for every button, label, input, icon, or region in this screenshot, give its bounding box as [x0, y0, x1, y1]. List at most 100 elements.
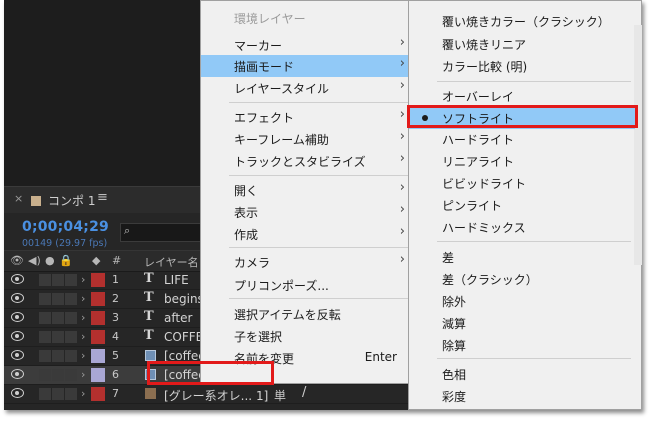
solo-column-icon[interactable]: ● — [45, 254, 55, 267]
label-color-swatch[interactable] — [91, 311, 105, 325]
layer-number: 7 — [112, 387, 119, 400]
timecode-display[interactable]: 0;00;04;29 — [22, 219, 109, 235]
label-color-swatch[interactable] — [91, 387, 105, 401]
menu-item[interactable]: 表示 › — [201, 201, 411, 223]
visibility-eye-icon[interactable] — [11, 331, 24, 341]
switch-label[interactable]: 単 — [274, 387, 286, 404]
menu-item[interactable]: 子を選択 — [201, 325, 411, 347]
panel-menu-icon[interactable]: ≡ — [97, 190, 108, 205]
layer-name[interactable]: after — [164, 311, 192, 325]
blend-mode-item[interactable]: 覆い焼きカラー（クラシック） — [409, 10, 635, 32]
blend-mode-item[interactable]: 覆い焼きリニア — [409, 33, 635, 55]
solo-toggle[interactable] — [52, 331, 64, 343]
layer-number: 4 — [112, 330, 119, 343]
audio-toggle[interactable] — [39, 331, 51, 343]
menu-item[interactable]: 作成 › — [201, 223, 411, 245]
blend-mode-item[interactable]: 減算 — [409, 312, 635, 334]
blend-mode-item[interactable]: ハードミックス — [409, 216, 635, 238]
visibility-eye-icon[interactable] — [11, 312, 24, 322]
menu-item[interactable]: 描画モード › — [201, 55, 411, 77]
menu-item-label: カメラ — [234, 256, 271, 270]
solo-toggle[interactable] — [52, 369, 64, 381]
layer-name[interactable]: begins — [164, 292, 204, 306]
label-color-swatch[interactable] — [91, 292, 105, 306]
expand-chevron-icon[interactable]: › — [81, 330, 85, 343]
blend-mode-item[interactable]: カラー比較 (明) — [409, 55, 635, 77]
blend-mode-item[interactable]: ビビッドライト — [409, 172, 635, 194]
frame-rate-readout: 00149 (29.97 fps) — [22, 238, 108, 249]
audio-toggle[interactable] — [39, 293, 51, 305]
audio-toggle[interactable] — [39, 274, 51, 286]
solo-toggle[interactable] — [52, 388, 64, 400]
blend-mode-item[interactable]: 除外 — [409, 290, 635, 312]
menu-item[interactable]: 環境レイヤー — [201, 7, 411, 29]
visibility-eye-icon[interactable] — [11, 274, 24, 284]
blend-mode-label: 覆い焼きリニア — [442, 38, 527, 52]
label-color-swatch[interactable] — [91, 368, 105, 382]
solo-toggle[interactable] — [52, 293, 64, 305]
lock-toggle[interactable] — [65, 293, 77, 305]
blend-mode-item[interactable]: ソフトライト — [409, 107, 635, 129]
layer-name[interactable]: LIFE — [164, 273, 189, 287]
menu-item[interactable]: 選択アイテムを反転 — [201, 303, 411, 325]
tab-title[interactable]: コンポ 1 — [48, 192, 95, 209]
visibility-eye-icon[interactable] — [11, 388, 24, 398]
audio-column-icon[interactable]: ◀) — [28, 254, 41, 267]
lock-toggle[interactable] — [65, 312, 77, 324]
blend-mode-item[interactable]: 除算 — [409, 334, 635, 356]
layer-name[interactable]: [グレー系オレ... 1] — [164, 387, 268, 404]
blend-mode-item[interactable]: 彩度 — [409, 385, 635, 407]
label-color-swatch[interactable] — [91, 273, 105, 287]
menu-item[interactable]: 開く › — [201, 179, 411, 201]
menu-item[interactable]: マーカー › — [201, 34, 411, 56]
label-color-swatch[interactable] — [91, 330, 105, 344]
blend-mode-item[interactable]: 差 — [409, 246, 635, 268]
audio-toggle[interactable] — [39, 312, 51, 324]
expand-chevron-icon[interactable]: › — [81, 273, 85, 286]
blend-mode-item[interactable]: リニアライト — [409, 150, 635, 172]
blend-mode-item[interactable]: オーバーレイ — [409, 85, 635, 107]
menu-item[interactable]: レイヤースタイル › — [201, 77, 411, 99]
blend-mode-item[interactable]: ピンライト — [409, 194, 635, 216]
expand-chevron-icon[interactable]: › — [81, 349, 85, 362]
menu-item-label: 選択アイテムを反転 — [234, 308, 341, 322]
quality-switch[interactable]: / — [302, 385, 306, 400]
menu-item[interactable]: 名前を変更 Enter — [201, 347, 411, 369]
layer-search-input[interactable]: ⌕ — [120, 223, 202, 242]
blend-mode-label: 覆い焼きカラー（クラシック） — [442, 15, 610, 29]
label-column-icon[interactable]: ◆ — [92, 254, 100, 267]
expand-chevron-icon[interactable]: › — [81, 311, 85, 324]
audio-toggle[interactable] — [39, 388, 51, 400]
audio-toggle[interactable] — [39, 350, 51, 362]
expand-chevron-icon[interactable]: › — [81, 292, 85, 305]
lock-toggle[interactable] — [65, 350, 77, 362]
lock-column-icon[interactable]: 🔒 — [59, 254, 73, 267]
solo-toggle[interactable] — [52, 274, 64, 286]
solo-toggle[interactable] — [52, 312, 64, 324]
submenu-arrow-icon: › — [399, 56, 405, 71]
submenu-scrollbar[interactable] — [634, 25, 642, 265]
layer-name-column-header[interactable]: レイヤー名 — [144, 254, 199, 270]
visibility-eye-icon[interactable] — [11, 293, 24, 303]
audio-toggle[interactable] — [39, 369, 51, 381]
expand-chevron-icon[interactable]: › — [81, 368, 85, 381]
expand-chevron-icon[interactable]: › — [81, 387, 85, 400]
menu-item[interactable]: エフェクト › — [201, 106, 411, 128]
menu-item[interactable]: プリコンポーズ... — [201, 274, 411, 296]
menu-item[interactable]: カメラ › — [201, 251, 411, 273]
menu-item[interactable]: トラックとスタビライズ › — [201, 150, 411, 172]
lock-toggle[interactable] — [65, 274, 77, 286]
blend-mode-item[interactable]: 差（クラシック） — [409, 268, 635, 290]
visibility-eye-icon[interactable] — [11, 369, 24, 379]
blend-mode-item[interactable]: 色相 — [409, 363, 635, 385]
eye-column-icon[interactable]: 👁 — [10, 254, 24, 267]
label-color-swatch[interactable] — [91, 349, 105, 363]
lock-toggle[interactable] — [65, 369, 77, 381]
menu-item[interactable]: キーフレーム補助 › — [201, 128, 411, 150]
lock-toggle[interactable] — [65, 331, 77, 343]
visibility-eye-icon[interactable] — [11, 350, 24, 360]
solo-toggle[interactable] — [52, 350, 64, 362]
lock-toggle[interactable] — [65, 388, 77, 400]
close-icon[interactable]: × — [14, 192, 23, 205]
blend-mode-item[interactable]: ハードライト — [409, 128, 635, 150]
